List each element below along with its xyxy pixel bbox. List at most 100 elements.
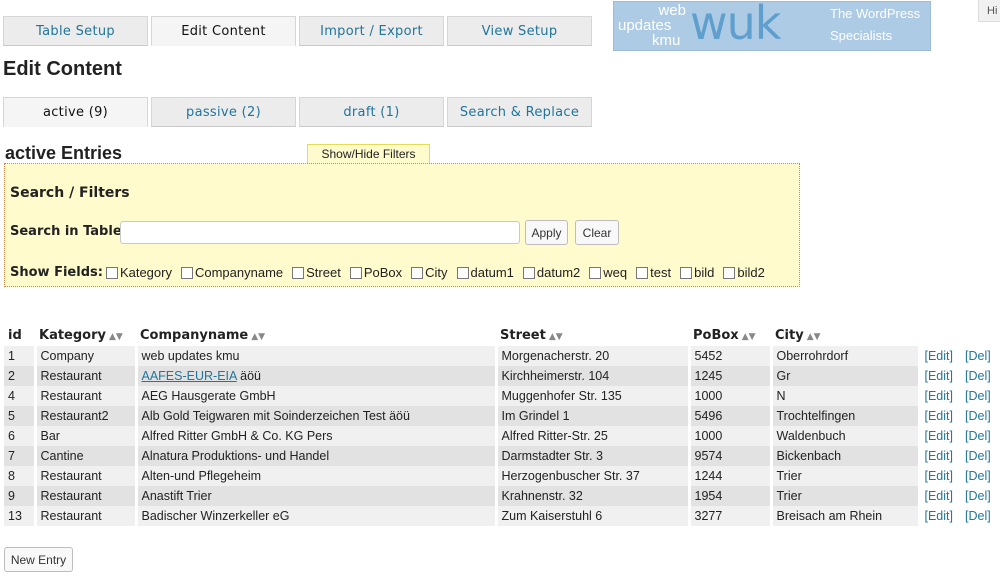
- cell-street: Zum Kaiserstuhl 6: [496, 506, 691, 526]
- delete-link[interactable]: [Del]: [965, 489, 991, 503]
- edit-link[interactable]: [Edit]: [925, 429, 954, 443]
- delete-link[interactable]: [Del]: [965, 389, 991, 403]
- company-text: Alten-und Pflegeheim: [141, 469, 262, 483]
- cell-pobox: 5496: [689, 406, 773, 426]
- tab-edit-content[interactable]: Edit Content: [151, 16, 296, 46]
- edit-link[interactable]: [Edit]: [925, 469, 954, 483]
- table-row: 4 Restaurant AEG Hausgerate GmbH Muggenh…: [4, 386, 997, 406]
- field-checkbox-companyname[interactable]: Companyname: [180, 265, 284, 280]
- cell-pobox: 9574: [689, 446, 773, 466]
- page-title: Edit Content: [3, 58, 122, 80]
- checkbox-icon: [411, 266, 424, 279]
- delete-link[interactable]: [Del]: [965, 449, 991, 463]
- entries-table: id Kategory ▲▼ Companyname ▲▼ Street ▲▼ PoB…: [4, 324, 999, 526]
- delete-link[interactable]: [Del]: [965, 509, 991, 523]
- edit-link[interactable]: [Edit]: [925, 509, 954, 523]
- field-label: PoBox: [363, 265, 403, 280]
- cell-id: 7: [4, 446, 37, 466]
- column-header-companyname[interactable]: Companyname ▲▼: [136, 324, 496, 346]
- cell-city: Breisach am Rhein: [771, 506, 921, 526]
- table-row: 1 Company web updates kmu Morgenacherstr…: [4, 346, 997, 366]
- field-checkbox-datum2[interactable]: datum2: [522, 265, 580, 280]
- clear-button[interactable]: Clear: [575, 220, 619, 245]
- company-link[interactable]: AAFES-EUR-EIA: [142, 369, 237, 383]
- cell-kategory: Restaurant: [35, 486, 138, 506]
- company-text: Alb Gold Teigwaren mit Soinderzeichen Te…: [141, 409, 410, 423]
- column-header-city[interactable]: City ▲▼: [771, 324, 919, 346]
- cell-companyname: Alten-und Pflegeheim: [136, 466, 498, 486]
- tab-view-setup[interactable]: View Setup: [447, 16, 592, 46]
- show-hide-filters-toggle[interactable]: Show/Hide Filters: [307, 144, 430, 163]
- hide-toggle[interactable]: Hi: [978, 0, 1000, 22]
- delete-link[interactable]: [Del]: [965, 369, 991, 383]
- field-checkbox-datum1[interactable]: datum1: [456, 265, 514, 280]
- sort-arrows-icon: ▲▼: [741, 331, 756, 342]
- cell-companyname: Alnatura Produktions- und Handel: [136, 446, 498, 466]
- cell-del: [Del]: [961, 406, 997, 426]
- delete-link[interactable]: [Del]: [965, 469, 991, 483]
- cell-pobox: 5452: [689, 346, 773, 366]
- field-label: Companyname: [194, 265, 284, 280]
- logo-text-updates: updates: [618, 17, 672, 34]
- tab-passive[interactable]: passive (2): [151, 97, 296, 127]
- field-checkbox-bild[interactable]: bild: [680, 265, 714, 280]
- apply-button[interactable]: Apply: [525, 220, 568, 245]
- column-header-kategory[interactable]: Kategory ▲▼: [35, 324, 136, 346]
- field-checkbox-street[interactable]: Street: [292, 265, 341, 280]
- cell-pobox: 3277: [689, 506, 773, 526]
- cell-kategory: Restaurant: [35, 466, 138, 486]
- delete-link[interactable]: [Del]: [965, 429, 991, 443]
- delete-link[interactable]: [Del]: [965, 409, 991, 423]
- search-input[interactable]: [120, 221, 520, 244]
- edit-link[interactable]: [Edit]: [925, 489, 954, 503]
- delete-link[interactable]: [Del]: [965, 349, 991, 363]
- column-header-label: Companyname: [140, 327, 249, 343]
- cell-kategory: Company: [35, 346, 138, 366]
- brand-banner[interactable]: web updates kmu wuk The WordPress Specia…: [613, 0, 931, 51]
- column-header-label: id: [8, 327, 22, 343]
- cell-city: Gr: [771, 366, 921, 386]
- cell-pobox: 1000: [689, 386, 773, 406]
- column-header-street[interactable]: Street ▲▼: [496, 324, 689, 346]
- field-checkbox-kategory[interactable]: Kategory: [105, 265, 172, 280]
- cell-edit: [Edit]: [919, 446, 961, 466]
- tab-active[interactable]: active (9): [3, 97, 148, 127]
- column-header-del: [961, 324, 997, 346]
- cell-street: Herzogenbuscher Str. 37: [496, 466, 691, 486]
- checkbox-icon: [456, 266, 469, 279]
- table-header-row: id Kategory ▲▼ Companyname ▲▼ Street ▲▼ PoB…: [4, 324, 997, 346]
- company-text: AEG Hausgerate GmbH: [141, 389, 276, 403]
- new-entry-button[interactable]: New Entry: [4, 547, 73, 572]
- field-label: Street: [306, 265, 341, 280]
- field-checkbox-test[interactable]: test: [636, 265, 671, 280]
- cell-street: Krahnenstr. 32: [496, 486, 691, 506]
- cell-street: Im Grindel 1: [496, 406, 691, 426]
- edit-link[interactable]: [Edit]: [925, 389, 954, 403]
- edit-link[interactable]: [Edit]: [925, 449, 954, 463]
- cell-del: [Del]: [961, 426, 997, 446]
- tab-import-export[interactable]: Import / Export: [299, 16, 444, 46]
- field-checkbox-weq[interactable]: weq: [589, 265, 627, 280]
- field-checkbox-city[interactable]: City: [411, 265, 448, 280]
- edit-link[interactable]: [Edit]: [925, 369, 954, 383]
- checkbox-icon: [522, 266, 535, 279]
- tab-draft[interactable]: draft (1): [299, 97, 444, 127]
- field-checkbox-pobox[interactable]: PoBox: [349, 265, 403, 280]
- field-label: City: [425, 265, 448, 280]
- checkbox-icon: [292, 266, 305, 279]
- table-row: 2 Restaurant AAFES-EUR-EIA äöü Kirchheim…: [4, 366, 997, 386]
- edit-link[interactable]: [Edit]: [925, 349, 954, 363]
- main-tabs: Table Setup Edit Content Import / Export…: [3, 16, 595, 46]
- cell-edit: [Edit]: [919, 406, 961, 426]
- tab-search-replace[interactable]: Search & Replace: [447, 97, 592, 127]
- checkbox-icon: [349, 266, 362, 279]
- column-header-pobox[interactable]: PoBox ▲▼: [689, 324, 771, 346]
- search-label: Search in Table:: [10, 224, 127, 239]
- edit-link[interactable]: [Edit]: [925, 409, 954, 423]
- tab-table-setup[interactable]: Table Setup: [3, 16, 148, 46]
- cell-id: 2: [4, 366, 37, 386]
- section-title: active Entries: [5, 143, 123, 163]
- cell-id: 4: [4, 386, 37, 406]
- cell-companyname: AAFES-EUR-EIA äöü: [136, 366, 498, 386]
- field-checkbox-bild2[interactable]: bild2: [723, 265, 765, 280]
